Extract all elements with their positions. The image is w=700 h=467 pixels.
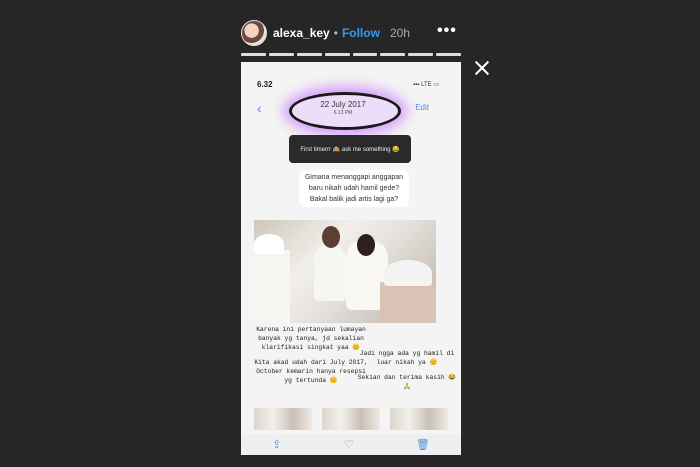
photo-strip: [254, 408, 448, 430]
story-header: alexa_key • Follow 20h: [241, 20, 465, 46]
photo-thumbnail: [322, 408, 380, 430]
date-time: 6.13 PM: [333, 110, 353, 116]
status-time: 6.32: [257, 80, 273, 89]
status-icons: ▪▪▪ LTE ▭: [413, 82, 439, 88]
groom-head: [322, 226, 340, 248]
wedding-photo: [254, 220, 436, 323]
question-text: Gimana menanggapi anggapan baru nikah ud…: [299, 170, 409, 207]
guest-left: [254, 250, 290, 323]
question-line: baru nikah udah hamil gede?: [308, 185, 400, 192]
post-time: 20h: [389, 26, 410, 40]
progress-segment: [324, 53, 350, 56]
story-content[interactable]: 6.32 ▪▪▪ LTE ▭ ‹ Edit 22 July 2017 6.13 …: [241, 62, 461, 455]
cap-right: [384, 260, 432, 286]
heart-icon: ♡: [343, 439, 354, 451]
progress-segment: [268, 53, 294, 56]
follow-button[interactable]: Follow: [342, 26, 380, 40]
progress-segment: [241, 53, 266, 56]
caption-right: Jadi ngga ada yg hamil di luar nikah ya …: [355, 349, 459, 397]
separator: •: [333, 26, 338, 40]
close-icon[interactable]: [473, 59, 491, 77]
back-icon: ‹: [257, 100, 262, 116]
caption-left: Karena ini pertanyaan lumayan banyak yg …: [251, 325, 371, 391]
progress-segment: [408, 53, 434, 56]
trash-icon: 🗑: [415, 439, 430, 451]
question-line: Bakal balik jadi artis lagi ga?: [309, 196, 399, 203]
caption-paragraph: Kita akad udah dari July 2017, October k…: [254, 359, 368, 384]
caption-paragraph: Karena ini pertanyaan lumayan banyak yg …: [256, 326, 366, 351]
caption-paragraph: Jadi ngga ada yg hamil di luar nikah ya …: [359, 350, 455, 366]
groom-figure: [314, 245, 346, 301]
bride-head: [357, 234, 375, 256]
progress-segment: [380, 53, 406, 56]
story-progress: [241, 53, 461, 56]
photo-thumbnail: [254, 408, 312, 430]
date-text: 22 July 2017: [320, 100, 366, 109]
username[interactable]: alexa_key: [273, 26, 330, 40]
share-icon: ⇪: [272, 439, 282, 451]
progress-segment: [352, 53, 378, 56]
edit-label: Edit: [415, 103, 429, 112]
cap-left: [254, 234, 284, 254]
guest-right: [380, 282, 436, 323]
caption-paragraph: Sekian dan terima kasih 😂🙏: [357, 374, 457, 390]
more-icon[interactable]: •••: [437, 22, 457, 40]
question-sticker: First timerrr 🙈 ask me something 😂: [289, 135, 411, 163]
photo-thumbnail: [390, 408, 448, 430]
progress-segment: [296, 53, 322, 56]
screenshot-toolbar: ⇪ ♡ 🗑: [241, 434, 461, 455]
avatar[interactable]: [241, 20, 267, 46]
progress-segment: [436, 53, 461, 56]
date-header: 22 July 2017 6.13 PM: [297, 100, 389, 116]
question-line: Gimana menanggapi anggapan: [304, 174, 404, 181]
